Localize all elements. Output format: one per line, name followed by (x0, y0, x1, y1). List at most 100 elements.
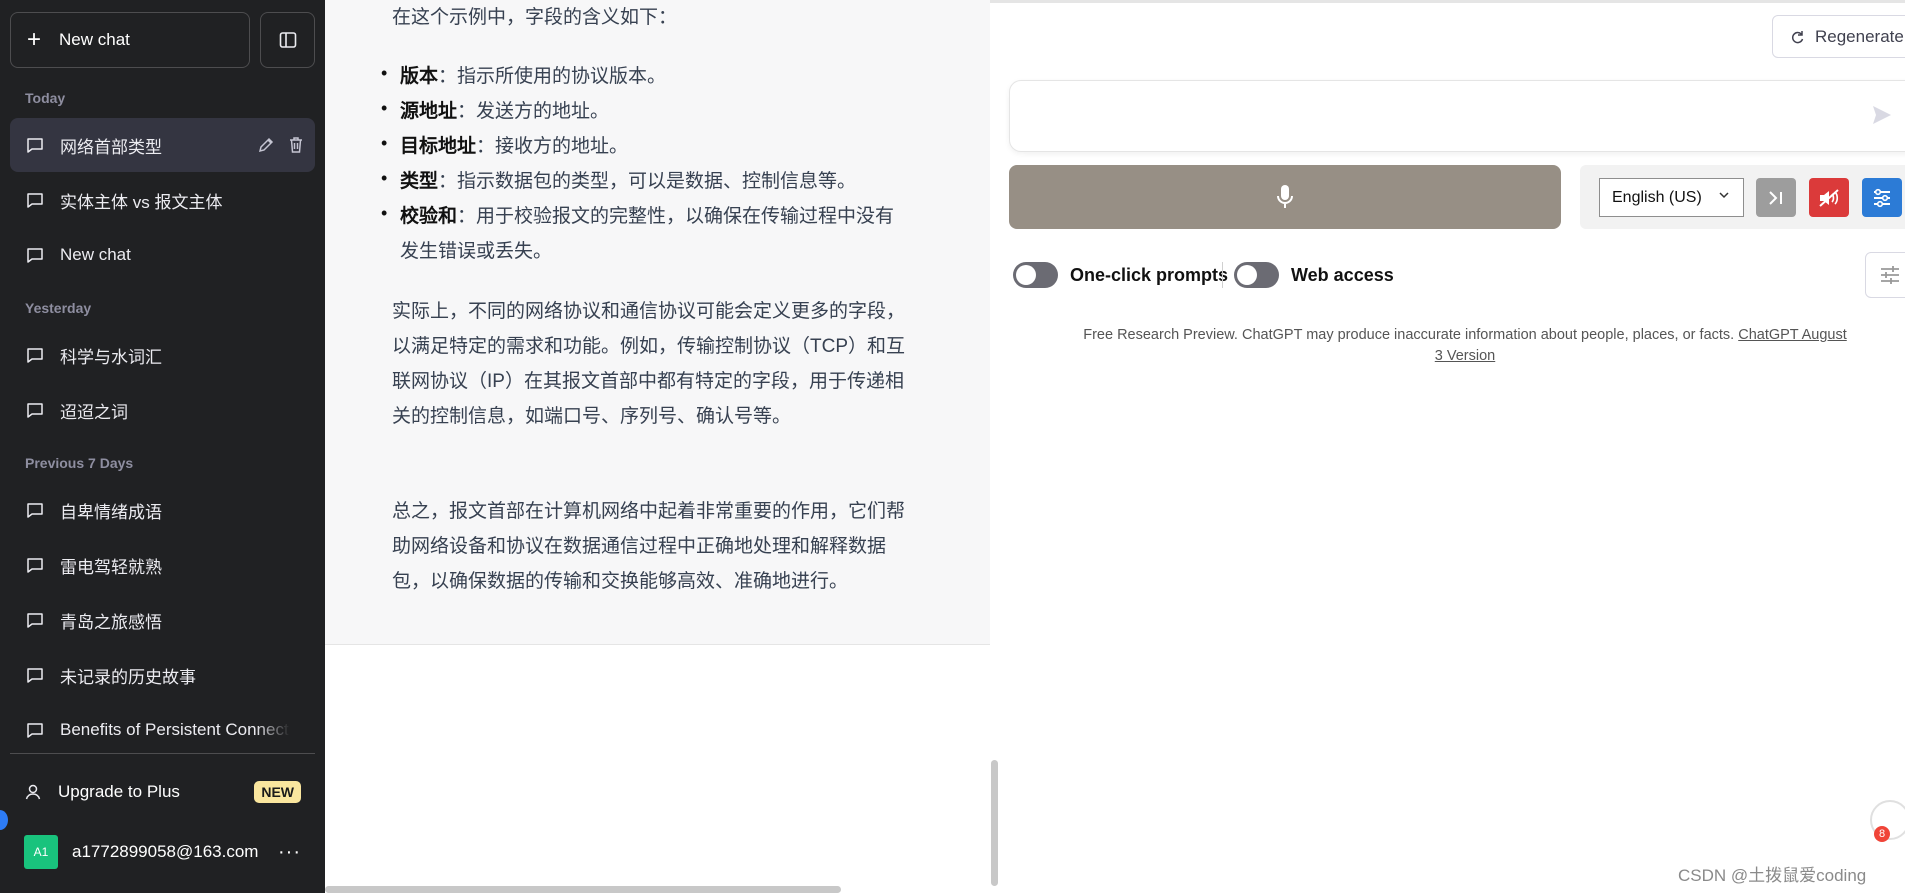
user-icon (25, 784, 41, 800)
refresh-icon (1791, 30, 1804, 43)
upgrade-label: Upgrade to Plus (58, 782, 180, 801)
assistant-message: 在这个示例中，字段的含义如下： 版本：指示所使用的协议版本。 源地址：发送方的地… (325, 0, 990, 645)
chevron-down-icon (1719, 192, 1729, 199)
sliders-icon (1881, 266, 1899, 284)
chat-item[interactable]: 未记录的历史故事 (10, 648, 315, 702)
message-intro: 在这个示例中，字段的含义如下： (392, 7, 678, 28)
chat-item-label: 实体主体 vs 报文主体 (60, 192, 223, 212)
list-item: 版本：指示所使用的协议版本。 (381, 56, 901, 94)
chat-bubble-icon (27, 193, 43, 208)
chat-item[interactable]: New chat (10, 228, 315, 282)
upgrade-to-plus-button[interactable]: Upgrade to Plus NEW (10, 767, 315, 817)
chat-item[interactable]: 雷电驾轻就熟 (10, 538, 315, 592)
list-item-term: 类型 (400, 171, 439, 192)
section-yesterday: Yesterday (25, 300, 92, 316)
notification-badge: 8 (1874, 826, 1890, 842)
chat-item-label: 雷电驾轻就熟 (60, 557, 162, 577)
toggle-label: One-click prompts (1070, 264, 1229, 285)
chat-item[interactable]: 自卑情绪成语 (10, 483, 315, 537)
message-paragraph: 总之，报文首部在计算机网络中起着非常重要的作用，它们帮助网络设备和协议在数据通信… (392, 501, 906, 592)
chat-item-label: 网络首部类型 (60, 137, 162, 157)
chat-item[interactable]: 实体主体 vs 报文主体 (10, 173, 315, 227)
list-item: 目标地址：接收方的地址。 (381, 126, 901, 164)
new-badge: NEW (254, 781, 301, 803)
list-item-desc: ：接收方的地址。 (476, 136, 629, 157)
language-select[interactable]: English (US) (1599, 178, 1744, 217)
avatar: A1 (24, 835, 58, 869)
vertical-scrollbar[interactable] (991, 760, 998, 886)
chat-item-label: Benefits of Persistent Connect (60, 720, 289, 739)
chat-item-label: New chat (60, 245, 131, 264)
sidebar-divider (10, 753, 315, 754)
chat-item[interactable]: 青岛之旅感悟 (10, 593, 315, 647)
microphone-icon (1277, 185, 1293, 208)
chat-item[interactable]: 科学与水词汇 (10, 328, 315, 382)
list-item-desc: ：指示所使用的协议版本。 (438, 66, 667, 87)
regenerate-label: Regenerate (1815, 26, 1904, 46)
chat-bubble-icon (27, 138, 43, 153)
list-item: 源地址：发送方的地址。 (381, 91, 901, 129)
chat-item[interactable]: 网络首部类型 (10, 118, 315, 172)
chat-bubble-icon (27, 348, 43, 363)
chat-bubble-icon (27, 613, 43, 628)
chat-bubble-icon (27, 503, 43, 518)
watermark: CSDN @土拨鼠爱coding (1678, 866, 1867, 885)
language-value: English (US) (1612, 188, 1702, 206)
prompt-input[interactable] (1009, 80, 1905, 152)
account-email: a1772899058@163.com (72, 842, 259, 861)
chat-item-label: 青岛之旅感悟 (60, 612, 162, 632)
disclaimer: Free Research Preview. ChatGPT may produ… (1080, 325, 1850, 367)
voice-input-button[interactable] (1009, 165, 1561, 229)
chat-item-label: 自卑情绪成语 (60, 502, 162, 522)
mute-button[interactable] (1809, 178, 1849, 217)
new-chat-label: New chat (59, 30, 130, 49)
list-item-term: 校验和 (400, 206, 458, 227)
chat-bubble-icon (27, 558, 43, 573)
send-icon[interactable] (1870, 103, 1894, 127)
chat-bubble-icon (27, 248, 43, 263)
disclaimer-text: Free Research Preview. ChatGPT may produ… (1083, 327, 1739, 343)
toggle-sidebar-button[interactable] (260, 12, 315, 68)
toggle-switch[interactable] (1234, 262, 1279, 288)
one-click-prompts-toggle[interactable]: One-click prompts (1013, 262, 1228, 288)
account-menu[interactable]: A1 a1772899058@163.com ··· (10, 826, 315, 878)
field-list: 版本：指示所使用的协议版本。 源地址：发送方的地址。 目标地址：接收方的地址。 … (381, 56, 901, 269)
chat-item-label: 未记录的历史故事 (60, 667, 196, 687)
list-item-term: 目标地址 (400, 136, 477, 157)
trash-icon[interactable] (287, 136, 305, 154)
list-item-term: 源地址 (400, 101, 458, 122)
speaker-muted-icon (1819, 188, 1839, 207)
sidebar: + New chat Today 网络首部类型 实体主体 vs 报文主体 New… (0, 0, 325, 893)
toggle-switch[interactable] (1013, 262, 1058, 288)
list-item: 类型：指示数据包的类型，可以是数据、控制信息等。 (381, 161, 901, 199)
chat-item[interactable]: 迢迢之词 (10, 383, 315, 437)
list-item-desc: ：用于校验报文的完整性，以确保在传输过程中没有发生错误或丢失。 (400, 206, 895, 262)
regenerate-button[interactable]: Regenerate (1772, 15, 1905, 58)
web-access-toggle[interactable]: Web access (1234, 262, 1394, 288)
chat-item[interactable]: Benefits of Persistent Connect (10, 703, 315, 757)
horizontal-scrollbar[interactable] (325, 886, 841, 893)
chat-bubble-icon (27, 723, 43, 738)
chat-bubble-icon (27, 668, 43, 683)
more-options-icon[interactable]: ··· (278, 841, 301, 864)
top-divider (990, 0, 1905, 3)
voice-settings-button[interactable] (1862, 178, 1902, 217)
skip-button[interactable] (1756, 178, 1796, 217)
list-item-desc: ：发送方的地址。 (457, 101, 610, 122)
sidebar-toggle-icon (279, 32, 296, 48)
chat-bubble-icon (27, 403, 43, 418)
plus-icon: + (27, 26, 42, 53)
new-chat-button[interactable]: + New chat (10, 12, 250, 68)
section-previous-7-days: Previous 7 Days (25, 455, 134, 471)
side-settings-tab[interactable] (1865, 252, 1905, 298)
chat-item-label: 迢迢之词 (60, 402, 128, 422)
toggle-separator (1222, 262, 1223, 288)
chat-item-actions (257, 136, 305, 154)
section-today: Today (25, 90, 66, 106)
sliders-icon (1874, 188, 1890, 207)
edit-icon[interactable] (257, 136, 275, 154)
chat-item-label: 科学与水词汇 (60, 347, 162, 367)
list-item: 校验和：用于校验报文的完整性，以确保在传输过程中没有发生错误或丢失。 (381, 196, 901, 269)
message-paragraph: 实际上，不同的网络协议和通信协议可能会定义更多的字段，以满足特定的需求和功能。例… (392, 301, 906, 427)
toggle-label: Web access (1291, 264, 1394, 285)
